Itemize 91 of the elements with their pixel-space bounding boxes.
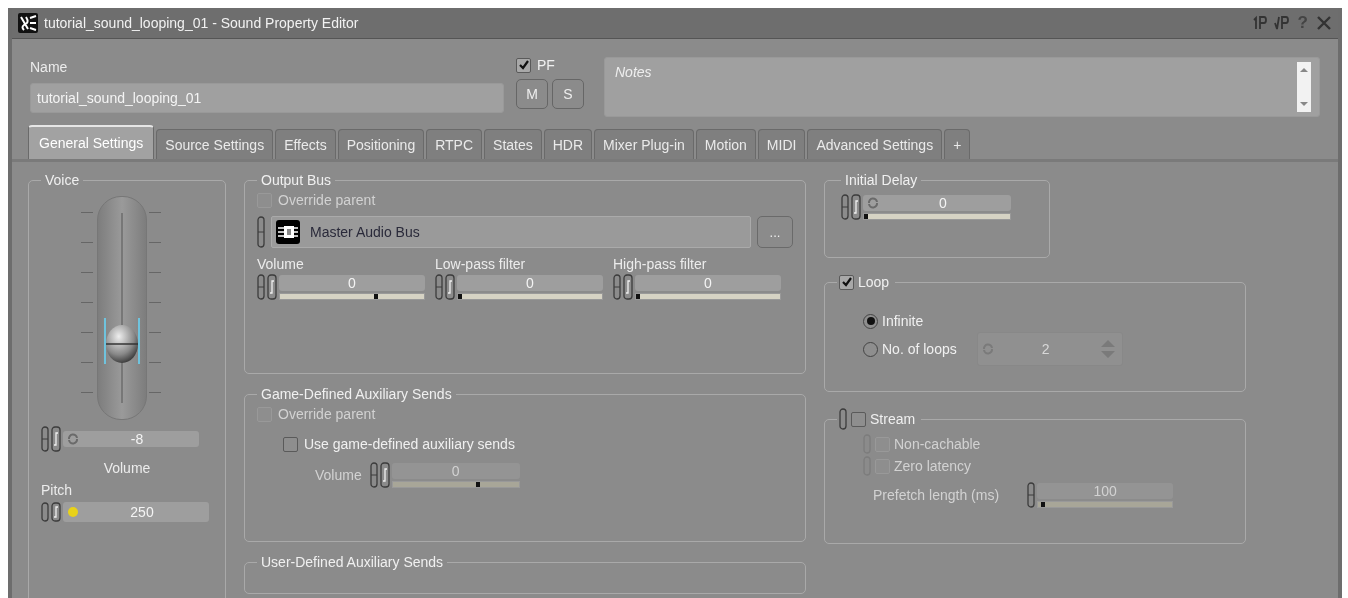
slider-track[interactable] — [279, 292, 425, 300]
pitch-label: Pitch — [41, 482, 73, 498]
rtpc-icon[interactable] — [267, 274, 277, 300]
scroll-up-icon[interactable] — [1299, 66, 1309, 74]
name-field[interactable]: tutorial_sound_looping_01 — [30, 83, 504, 113]
rtpc-icon[interactable] — [623, 274, 633, 300]
group-title: Game-Defined Auxiliary Sends — [260, 386, 453, 402]
unpin-icon[interactable] — [1273, 15, 1290, 31]
radio-button[interactable] — [863, 313, 878, 329]
radio-label: No. of loops — [882, 341, 957, 357]
checkbox-label: Override parent — [278, 406, 376, 422]
checkbox[interactable] — [839, 274, 854, 290]
bus-field[interactable]: Master Audio Bus — [271, 216, 751, 248]
rtpc-icon[interactable] — [51, 502, 61, 522]
tab[interactable]: General Settings — [28, 125, 155, 159]
app-icon — [18, 13, 38, 33]
volume-label: Volume — [315, 467, 362, 483]
slider-track[interactable] — [457, 292, 603, 300]
slider-label: Volume — [257, 256, 305, 272]
slider-thumb[interactable] — [105, 323, 139, 364]
group-title: Output Bus — [260, 172, 333, 188]
tab[interactable]: + — [944, 129, 971, 159]
toggle-button[interactable]: S — [552, 79, 584, 109]
checkbox[interactable] — [851, 411, 866, 427]
notes-field[interactable]: Notes — [604, 57, 1320, 117]
checkbox-label: Non-cachable — [894, 436, 981, 452]
slider-track[interactable] — [635, 292, 781, 300]
notes-placeholder: Notes — [614, 63, 653, 82]
tab[interactable]: MIDI — [757, 129, 806, 159]
link-icon[interactable] — [839, 408, 847, 430]
volume-slider[interactable] — [81, 196, 161, 420]
rtpc-icon[interactable] — [445, 274, 455, 300]
number-field[interactable]: 0 — [635, 274, 781, 291]
checkbox-label: Override parent — [278, 192, 376, 208]
checkbox[interactable] — [283, 436, 298, 452]
name-label: Name — [30, 59, 69, 75]
bus-icon — [276, 220, 300, 244]
number-field[interactable]: 0 — [863, 194, 1011, 211]
checkbox-label: PF — [537, 57, 555, 73]
link-icon[interactable] — [435, 274, 443, 300]
toggle-button[interactable]: M — [516, 79, 548, 109]
pin-icon[interactable] — [1251, 15, 1268, 31]
slider-track[interactable] — [863, 212, 1011, 220]
slider-marker[interactable] — [864, 213, 868, 219]
volume-label: Volume — [103, 460, 151, 476]
group-title: User-Defined Auxiliary Sends — [260, 554, 445, 570]
window-title: tutorial_sound_looping_01 - Sound Property Editor — [44, 15, 359, 31]
checkbox-label: Loop — [858, 274, 890, 290]
scroll-down-icon[interactable] — [1299, 100, 1309, 108]
group-title: Initial Delay — [844, 172, 919, 188]
group-title: Voice — [44, 172, 81, 188]
number-field[interactable]: 0 — [457, 274, 603, 291]
tab[interactable]: Advanced Settings — [807, 129, 943, 159]
tab[interactable]: Effects — [275, 129, 336, 159]
spin-icon — [67, 506, 79, 518]
help-button[interactable]: ? — [1295, 13, 1310, 33]
tab[interactable]: Mixer Plug-in — [594, 129, 694, 159]
checkbox-label: Use game-defined auxiliary sends — [304, 436, 515, 452]
tab[interactable]: HDR — [543, 129, 593, 159]
link-icon[interactable] — [257, 216, 265, 248]
link-icon[interactable] — [841, 194, 849, 220]
slider-marker[interactable] — [373, 293, 378, 299]
spin-icon — [67, 433, 79, 445]
link-icon[interactable] — [41, 502, 49, 522]
checkbox-label: Stream — [870, 411, 916, 427]
rtpc-icon[interactable] — [51, 426, 61, 452]
slider-marker[interactable] — [458, 293, 462, 299]
tab[interactable]: Positioning — [337, 129, 425, 159]
checkbox-label: Zero latency — [894, 458, 972, 474]
link-icon[interactable] — [613, 274, 621, 300]
number-field[interactable]: -8 — [63, 431, 199, 447]
slider-marker[interactable] — [636, 293, 640, 299]
slider-label: High-pass filter — [613, 256, 708, 272]
close-icon[interactable] — [1316, 15, 1332, 31]
tab[interactable]: States — [484, 129, 542, 159]
tab[interactable]: RTPC — [426, 129, 483, 159]
tab[interactable]: Source Settings — [156, 129, 274, 159]
tab[interactable]: Motion — [695, 129, 756, 159]
rtpc-icon[interactable] — [851, 194, 861, 220]
radio-label: Infinite — [882, 313, 924, 329]
scrollbar[interactable] — [1297, 62, 1311, 112]
link-icon[interactable] — [41, 426, 49, 452]
link-icon[interactable] — [257, 274, 265, 300]
number-field[interactable]: 0 — [279, 274, 425, 291]
prefetch-label: Prefetch length (ms) — [873, 487, 1000, 503]
browse-button[interactable]: ... — [757, 216, 793, 248]
radio-button[interactable] — [863, 341, 878, 357]
number-field[interactable]: 250 — [63, 502, 209, 522]
spin-icon — [867, 196, 879, 209]
slider-label: Low-pass filter — [435, 256, 527, 272]
checkbox[interactable] — [516, 57, 531, 73]
